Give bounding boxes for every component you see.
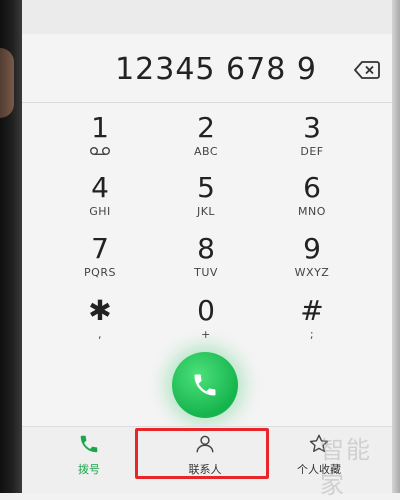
key-digit: 3 <box>303 111 321 144</box>
key-2[interactable]: 2 ABC <box>156 112 256 174</box>
key-9[interactable]: 9 WXYZ <box>262 233 362 295</box>
key-hash[interactable]: # ; <box>262 295 362 357</box>
key-letters: GHI <box>89 205 111 218</box>
divider <box>22 102 392 103</box>
call-button[interactable] <box>172 352 238 418</box>
key-letters: ; <box>309 328 315 341</box>
key-digit: 1 <box>91 111 109 144</box>
key-6[interactable]: 6 MNO <box>262 172 362 234</box>
key-digit: 5 <box>197 171 215 204</box>
highlight-annotation <box>135 428 269 479</box>
key-digit: 8 <box>197 232 215 265</box>
key-letters: WXYZ <box>294 266 330 279</box>
key-digit: 6 <box>303 171 321 204</box>
key-7[interactable]: 7 PQRS <box>50 233 150 295</box>
key-letters: , <box>98 328 102 341</box>
nav-dial-label: 拨号 <box>78 463 100 476</box>
nav-dial[interactable]: 拨号 <box>34 433 144 477</box>
dialer-screen: 12345 678 9 1 2 ABC 3 DEF 4 GHI 5 JKL 6 … <box>22 0 392 499</box>
key-digit: 2 <box>197 111 215 144</box>
key-star[interactable]: ✱ , <box>50 295 150 357</box>
finger <box>0 48 14 118</box>
watermark: 智能家 <box>320 436 372 499</box>
key-4[interactable]: 4 GHI <box>50 172 150 234</box>
status-area <box>22 0 392 34</box>
key-3[interactable]: 3 DEF <box>262 112 362 174</box>
voicemail-icon <box>90 147 110 156</box>
phone-bezel-right <box>392 0 400 493</box>
key-letters: + <box>201 328 211 341</box>
key-digit: ✱ <box>88 294 112 327</box>
key-letters: DEF <box>300 145 324 158</box>
key-8[interactable]: 8 TUV <box>156 233 256 295</box>
key-digit: 7 <box>91 232 109 265</box>
number-display[interactable]: 12345 678 9 <box>106 52 326 87</box>
key-letters: ABC <box>193 145 219 158</box>
key-1[interactable]: 1 <box>50 112 150 174</box>
key-letters: MNO <box>298 205 326 218</box>
backspace-icon[interactable] <box>353 60 380 80</box>
phone-icon <box>80 435 98 453</box>
key-letters: TUV <box>194 266 218 279</box>
phone-icon <box>194 374 216 396</box>
key-digit: 4 <box>91 171 109 204</box>
key-0[interactable]: 0 + <box>156 295 256 357</box>
key-digit: 0 <box>197 294 215 327</box>
key-letters: PQRS <box>84 266 116 279</box>
key-digit: 9 <box>303 232 321 265</box>
key-5[interactable]: 5 JKL <box>156 172 256 234</box>
key-letters: JKL <box>196 205 216 218</box>
key-digit: # <box>300 294 324 327</box>
